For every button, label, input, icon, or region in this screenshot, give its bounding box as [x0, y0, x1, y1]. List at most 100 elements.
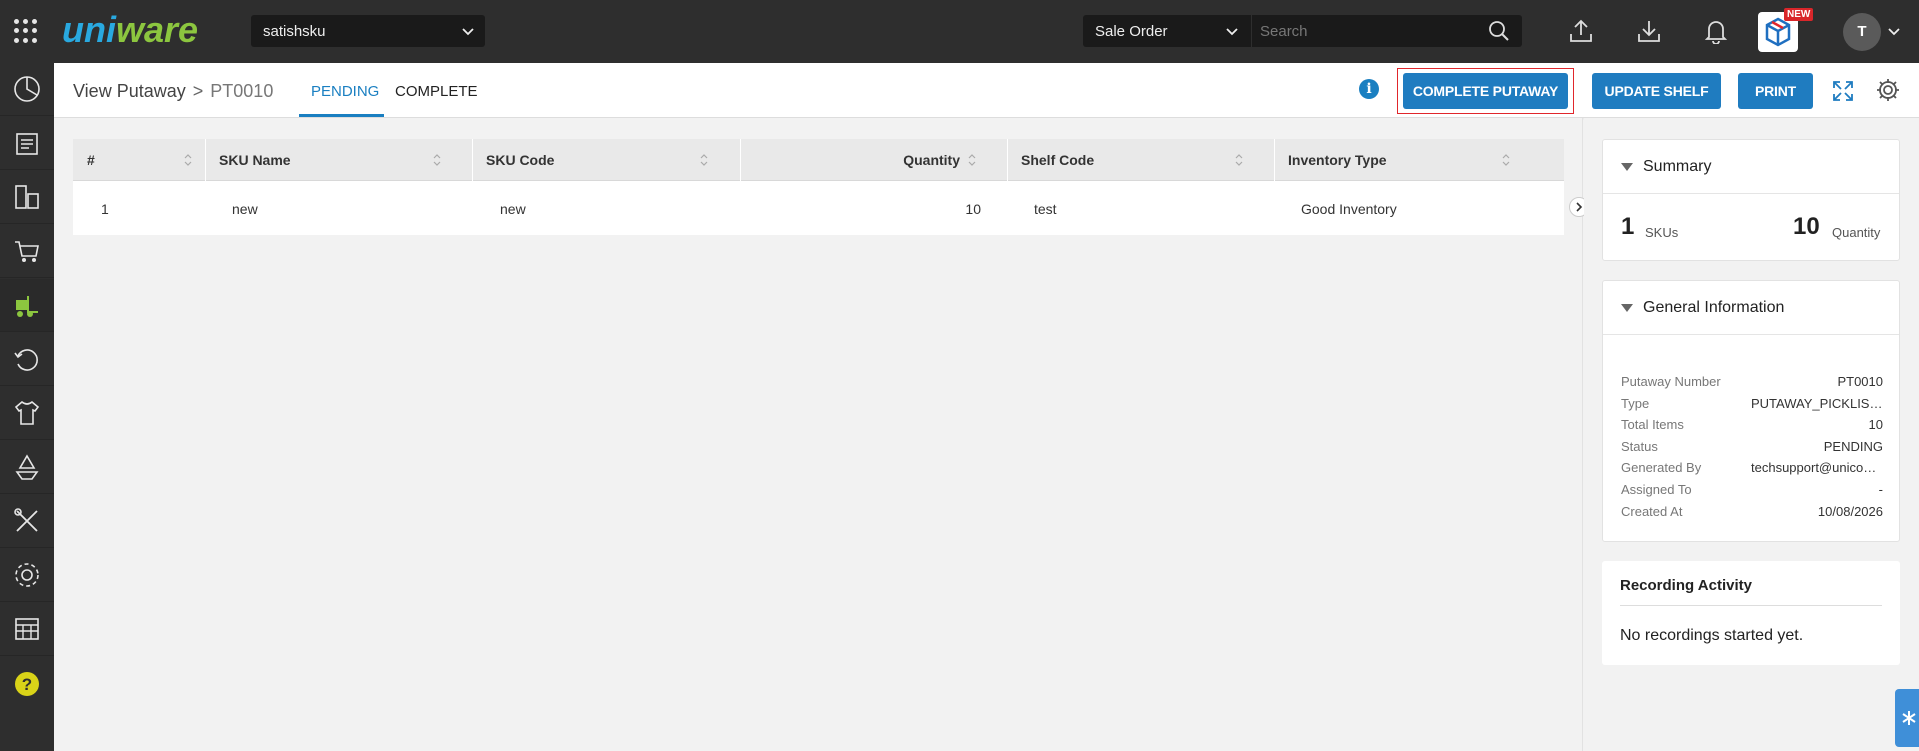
top-bar: uniware satishsku Sale Order NEW T: [0, 0, 1919, 63]
svg-text:uniware: uniware: [62, 9, 198, 50]
feedback-widget-button[interactable]: [1895, 689, 1919, 747]
column-label: Quantity: [903, 152, 960, 168]
info-key: Putaway Number: [1621, 374, 1721, 389]
table-icon[interactable]: [0, 603, 54, 656]
right-panel: Summary 1 SKUs 10 Quantity General Infor…: [1584, 118, 1919, 751]
breadcrumb-root[interactable]: View Putaway: [73, 81, 186, 101]
recording-empty-text: No recordings started yet.: [1620, 627, 1804, 644]
recycle-icon[interactable]: [0, 441, 54, 494]
info-key: Type: [1621, 396, 1650, 411]
tab-pending[interactable]: PENDING: [311, 83, 379, 100]
table-row[interactable]: 1 new new 10 test Good Inventory: [73, 181, 1564, 235]
tools-icon[interactable]: [0, 495, 54, 548]
gear-icon[interactable]: [1875, 77, 1901, 103]
cart-icon[interactable]: [0, 225, 54, 278]
dashboard-icon[interactable]: [0, 63, 54, 116]
new-badge: NEW: [1784, 8, 1814, 21]
help-icon[interactable]: ?: [0, 657, 54, 710]
sort-icon: [700, 154, 708, 166]
sort-icon: [968, 154, 976, 166]
column-header-quantity[interactable]: Quantity: [741, 139, 1008, 181]
column-header-index[interactable]: #: [73, 139, 206, 181]
complete-putaway-button[interactable]: COMPLETE PUTAWAY: [1403, 73, 1568, 109]
asterisk-icon: [1902, 711, 1916, 725]
recording-title: Recording Activity: [1620, 577, 1752, 594]
search-type-select[interactable]: Sale Order: [1083, 15, 1251, 47]
info-key: Total Items: [1621, 417, 1684, 432]
orders-icon[interactable]: [0, 117, 54, 170]
summary-card: Summary 1 SKUs 10 Quantity: [1602, 139, 1900, 261]
sort-icon: [433, 154, 441, 166]
cell-shelf-code: test: [1034, 201, 1057, 217]
column-label: SKU Name: [219, 152, 291, 168]
column-header-shelf-code[interactable]: Shelf Code: [1008, 139, 1275, 181]
sku-count-label: SKUs: [1645, 225, 1679, 240]
purchase-icon[interactable]: [0, 171, 54, 224]
sort-icon: [184, 154, 192, 166]
info-icon[interactable]: i: [1359, 79, 1379, 99]
chevron-down-icon[interactable]: [1887, 24, 1901, 38]
quantity-count: 10: [1793, 213, 1820, 240]
info-value: PT0010: [1837, 374, 1883, 389]
general-info-header[interactable]: General Information: [1603, 281, 1899, 335]
search-icon[interactable]: [1488, 20, 1510, 42]
breadcrumb: View Putaway > PT0010: [73, 81, 273, 102]
divider: [1620, 605, 1882, 606]
chevron-down-icon: [1226, 28, 1238, 36]
update-shelf-button[interactable]: UPDATE SHELF: [1592, 73, 1721, 109]
info-key: Generated By: [1621, 460, 1702, 475]
app-grid-icon[interactable]: [14, 19, 38, 43]
print-button[interactable]: PRINT: [1738, 73, 1813, 109]
avatar[interactable]: T: [1843, 13, 1881, 51]
summary-title: Summary: [1643, 158, 1712, 175]
info-value: techsupport@unicommerce.com: [1751, 460, 1883, 475]
facility-label: satishsku: [263, 23, 326, 40]
column-label: Shelf Code: [1021, 152, 1095, 168]
upload-icon[interactable]: [1568, 18, 1594, 44]
info-value: 10: [1868, 417, 1883, 432]
column-header-sku-code[interactable]: SKU Code: [473, 139, 741, 181]
sidebar: ?: [0, 63, 54, 751]
info-value: -: [1878, 482, 1883, 497]
sku-count: 1: [1621, 213, 1635, 240]
facility-select[interactable]: satishsku: [251, 15, 485, 47]
download-icon[interactable]: [1636, 18, 1662, 44]
uniware-logo[interactable]: uniware: [62, 8, 222, 54]
column-header-inventory-type[interactable]: Inventory Type: [1275, 139, 1564, 181]
info-value: PUTAWAY_PICKLIST_ITEM: [1751, 396, 1883, 411]
info-value: PENDING: [1823, 439, 1883, 454]
page-header: View Putaway > PT0010 PENDING COMPLETE i…: [54, 63, 1919, 118]
tab-complete[interactable]: COMPLETE: [395, 83, 478, 100]
settings-icon[interactable]: [0, 549, 54, 602]
collapse-triangle-icon: [1621, 304, 1633, 312]
forklift-icon[interactable]: [0, 279, 54, 332]
table-header: # SKU Name SKU Code Quantity Shelf Code …: [73, 139, 1564, 181]
sort-icon: [1235, 154, 1243, 166]
sort-icon: [1502, 154, 1510, 166]
column-label: #: [87, 152, 95, 168]
search-type-label: Sale Order: [1095, 23, 1168, 40]
returns-icon[interactable]: [0, 333, 54, 386]
cell-index: 1: [101, 201, 109, 217]
svg-text:?: ?: [22, 675, 32, 694]
general-info-title: General Information: [1643, 299, 1785, 316]
expand-icon[interactable]: [1831, 79, 1855, 103]
column-header-sku-name[interactable]: SKU Name: [206, 139, 473, 181]
cell-sku-name: new: [232, 201, 258, 217]
info-key: Created At: [1621, 504, 1683, 519]
tab-active-underline: [299, 114, 384, 117]
cell-sku-code: new: [500, 201, 526, 217]
search-box: [1252, 15, 1522, 47]
info-key: Status: [1621, 439, 1658, 454]
search-input[interactable]: [1252, 15, 1472, 47]
info-value: 10/08/2026: [1817, 504, 1883, 519]
recording-activity-card: Recording Activity No recordings started…: [1602, 561, 1900, 665]
bell-icon[interactable]: [1703, 18, 1729, 44]
shirt-icon[interactable]: [0, 387, 54, 440]
cell-quantity: 10: [965, 201, 981, 217]
column-label: SKU Code: [486, 152, 555, 168]
cell-inventory-type: Good Inventory: [1301, 201, 1397, 217]
column-label: Inventory Type: [1288, 152, 1387, 168]
summary-header[interactable]: Summary: [1603, 140, 1899, 194]
breadcrumb-separator: >: [192, 81, 204, 101]
